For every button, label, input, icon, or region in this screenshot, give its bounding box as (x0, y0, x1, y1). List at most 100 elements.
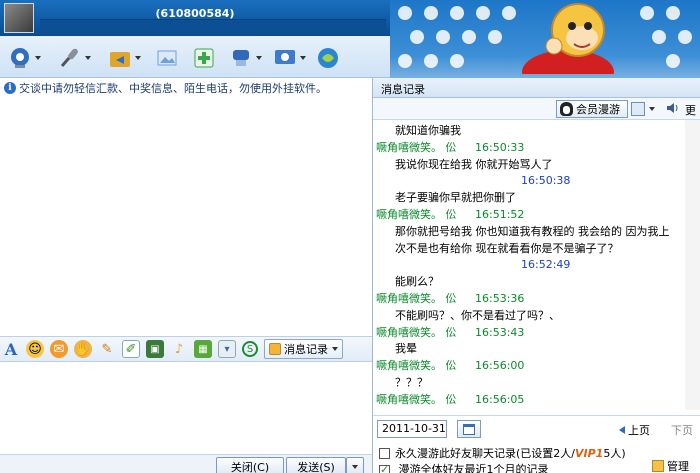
message-text-row: ？？？ (373, 374, 700, 391)
chat-message-area[interactable] (0, 98, 372, 336)
message-time: 16:50:38 (521, 174, 571, 188)
message-text: 那你就把号给我 你也知道我有教程的 我会给的 因为我上 (395, 224, 670, 238)
message-text-row: 我说你现在给我 你就开始骂人了 (373, 156, 700, 173)
video-camera-icon (11, 48, 29, 68)
recent-option-label: 漫游全体好友最近1个月的记录 (398, 463, 549, 473)
edit-icon[interactable]: ✐ (122, 340, 140, 358)
vip-roam-button[interactable]: 会员漫游 (556, 100, 628, 118)
roam-option-prefix: 永久漫游此好友聊天记录(已设置2人/ (395, 447, 575, 460)
roam-checkbox[interactable] (379, 447, 390, 459)
message-text: 次不是也有给你 现在就看看你是不是骗子了？ (395, 241, 619, 255)
calendar-icon (463, 423, 475, 435)
arrow-left-icon (619, 426, 625, 434)
message-text: 我晕 (395, 342, 417, 356)
message-input[interactable] (0, 362, 372, 454)
volume-icon[interactable] (665, 101, 681, 115)
history-nav: 2011-10-31 上页 下页 (373, 415, 700, 440)
message-time: 16:50:33 (475, 140, 525, 154)
sender-name[interactable]: 噘角嘻微笑。 伀 (376, 139, 457, 156)
notice-text: 交谈中请勿轻信汇款、中奖信息、陌生电话，勿使用外挂软件。 (19, 82, 327, 95)
sender-name[interactable]: 噘角嘻微笑。 伀 (376, 391, 457, 408)
wink-icon[interactable]: ✉ (50, 340, 68, 358)
smiley-icon[interactable]: ☺ (26, 340, 44, 358)
more-apps-button[interactable] (316, 44, 350, 72)
format-toolbar: A ☺ ✉ ✋ ✎ ✐ ▣ ♪ ▦ ▾ S 消息记录 (0, 336, 372, 362)
send-button[interactable]: 发送(S) (286, 457, 346, 473)
microphone-icon (60, 48, 78, 67)
message-text: 能刷么？ (395, 275, 439, 289)
message-text-row: 不能刷吗？、你不是看过了吗？、 (373, 307, 700, 324)
globe-icon (318, 48, 338, 68)
vip-badge: VIP1 (575, 446, 604, 460)
sender-name[interactable]: 噘角嘻微笑。 伀 (376, 206, 457, 223)
roam-option-suffix: 5人) (603, 447, 626, 460)
video-call-button[interactable] (8, 44, 42, 72)
bear-icon[interactable]: ✋ (74, 340, 92, 358)
roam-option[interactable]: 永久漫游此好友聊天记录(已设置2人/ VIP1 5人) (373, 445, 700, 461)
message-text: 我说你现在给我 你就开始骂人了 (395, 157, 553, 171)
message-time: 16:56:00 (475, 359, 525, 373)
recent-checkbox[interactable] (379, 463, 390, 473)
penguin-icon (560, 102, 573, 116)
vip-roam-label: 会员漫游 (576, 103, 620, 116)
send-file-button[interactable] (108, 44, 142, 72)
action-bar: 关闭(C) 发送(S) (0, 454, 372, 473)
scrollbar[interactable] (685, 120, 700, 410)
skin-icon[interactable]: S (242, 341, 258, 357)
display-mode-icon[interactable] (631, 102, 645, 116)
voice-call-button[interactable] (58, 44, 92, 72)
message-text: 不能刷吗？、你不是看过了吗？、 (395, 308, 560, 322)
game-icon[interactable]: ▦ (194, 340, 212, 358)
message-text-row: 老子要骗你早就把你删了 (373, 189, 700, 206)
voice-button[interactable] (229, 44, 263, 72)
sender-name[interactable]: 噘角嘻微笑。 伀 (376, 357, 457, 374)
history-icon (269, 343, 281, 355)
screenshot-icon[interactable]: ▣ (146, 340, 164, 358)
font-icon[interactable]: A (2, 340, 20, 359)
date-field[interactable]: 2011-10-31 (377, 420, 447, 438)
message-sender-row: 噘角嘻微笑。 伀 16:56:05 (373, 391, 700, 408)
close-button[interactable]: 关闭(C) (216, 457, 284, 473)
message-sender-row: 噘角嘻微笑。 伀 16:56:00 (373, 357, 700, 374)
message-text-row: 就知道你骗我 (373, 122, 700, 139)
prev-page-link[interactable]: 上页 (619, 422, 650, 438)
more-label[interactable]: 更 (685, 102, 696, 118)
message-text-row: 能刷么？ (373, 273, 700, 290)
message-time: 16:56:05 (475, 392, 525, 406)
manage-icon (652, 460, 664, 472)
app-button[interactable] (192, 44, 226, 72)
message-text-row: 我晕 (373, 340, 700, 357)
mascot-illustration (522, 3, 614, 74)
sender-name[interactable]: 噘角嘻微笑。 伀 (376, 290, 457, 307)
scribble-icon[interactable]: ✎ (98, 340, 116, 358)
safety-notice: i 交谈中请勿轻信汇款、中奖信息、陌生电话，勿使用外挂软件。 (0, 78, 372, 98)
send-options-button[interactable] (346, 457, 364, 473)
image-button[interactable] (155, 44, 189, 72)
message-text: 就知道你骗我 (395, 124, 461, 137)
next-page-link[interactable]: 下页 (671, 422, 693, 438)
message-text-row: 怎么说啊？ (373, 408, 700, 411)
signature-bar (40, 19, 386, 31)
image-icon (157, 50, 177, 66)
history-list[interactable]: 就知道你骗我噘角嘻微笑。 伀 16:50:33 我说你现在给我 你就开始骂人了 16:… (373, 120, 700, 410)
message-text: 怎么说啊？ (395, 408, 450, 411)
chevron-down-icon[interactable] (649, 107, 655, 111)
sender-name[interactable]: 噘角嘻微笑。 伀 (376, 324, 457, 341)
history-toggle-button[interactable]: 消息记录 (264, 339, 343, 359)
music-icon[interactable]: ▾ (218, 340, 236, 358)
recent-option[interactable]: 漫游全体好友最近1个月的记录 (373, 461, 700, 473)
message-text: ？？？ (395, 376, 428, 389)
message-sender-row: 噘角嘻微笑。 伀 16:53:43 (373, 324, 700, 341)
message-text: 老子要骗你早就把你删了 (395, 191, 516, 205)
manage-button[interactable]: 管理 (652, 458, 689, 473)
message-sender-row: 噘角嘻微笑。 伀 16:51:52 (373, 206, 700, 223)
calendar-button[interactable] (457, 420, 481, 438)
message-time: 16:51:52 (475, 208, 525, 221)
chevron-down-icon (332, 347, 338, 351)
history-toggle-label: 消息记录 (284, 343, 328, 356)
remote-assist-icon (275, 50, 295, 64)
manage-label: 管理 (667, 460, 689, 473)
remote-assist-button[interactable] (273, 44, 307, 72)
folder-icon[interactable]: ♪ (170, 340, 188, 358)
message-time: 16:53:36 (475, 292, 525, 305)
